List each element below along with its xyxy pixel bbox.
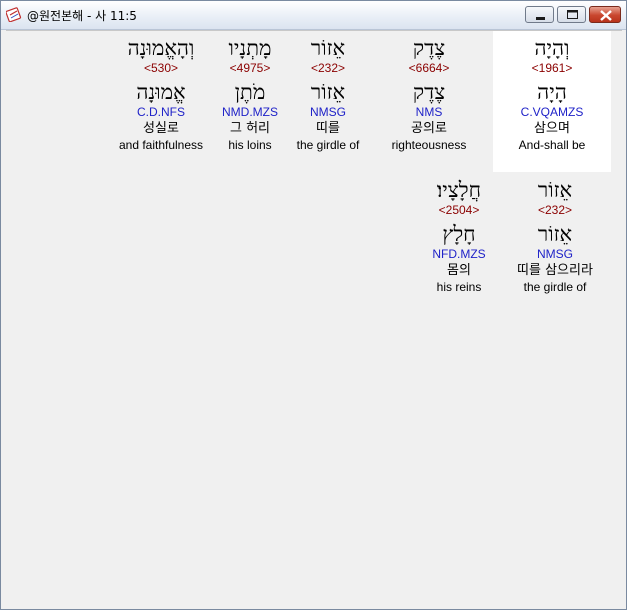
korean-gloss: 성실로 xyxy=(143,121,179,136)
word-cell[interactable]: חֲלָצָיו׃ <2504> חָלָץ NFD.MZS 몸의 his re… xyxy=(417,177,501,295)
korean-gloss: 삼으며 xyxy=(534,121,570,136)
hebrew-word: וְהָיָה xyxy=(534,36,570,60)
lemma-word: צֶדֶק xyxy=(412,80,446,104)
strong-number[interactable]: <1961> xyxy=(493,61,611,75)
parsing-code: C.D.NFS xyxy=(137,105,185,119)
hebrew-word: וְהָאֱמוּנָה xyxy=(127,36,195,60)
word-cell[interactable]: וְהָאֱמוּנָה <530> אֱמוּנָה C.D.NFS 성실로 … xyxy=(112,35,210,153)
hebrew-word: אֵזוֹר xyxy=(537,178,573,202)
korean-gloss: 그 허리 xyxy=(229,121,270,136)
lemma-word: אֵזוֹר xyxy=(537,222,573,246)
korean-gloss: 공의로 xyxy=(411,121,447,136)
strong-number[interactable]: <530> xyxy=(112,61,210,75)
english-gloss: his loins xyxy=(228,138,272,152)
korean-gloss: 띠를 삼으리라 xyxy=(517,263,593,278)
close-icon xyxy=(600,10,612,21)
maximize-button[interactable] xyxy=(557,6,586,23)
word-cell[interactable]: אֵזוֹר <232> אֵזוֹר NMSG 띠를 삼으리라 the gir… xyxy=(505,177,605,295)
english-gloss: righteousness xyxy=(391,138,467,152)
hebrew-word: מָתְנָיו xyxy=(228,36,272,60)
lemma-word: אֵזוֹר xyxy=(310,80,346,104)
english-gloss: the girdle of xyxy=(296,138,360,152)
app-window: @원전본해 - 사 11:5 וְהָיָה <1961> הָיָה C.VQ… xyxy=(0,0,627,610)
title-bar[interactable]: @원전본해 - 사 11:5 xyxy=(1,1,626,30)
strong-number[interactable]: <2504> xyxy=(417,203,501,217)
parsing-code: C.VQAMZS xyxy=(520,105,584,119)
parsing-code: NFD.MZS xyxy=(432,247,486,261)
strong-number[interactable]: <232> xyxy=(505,203,605,217)
bible-app-icon xyxy=(6,7,22,22)
parsing-code: NMSG xyxy=(310,105,346,119)
korean-gloss: 몸의 xyxy=(447,263,471,278)
hebrew-word: חֲלָצָיו׃ xyxy=(436,178,482,202)
word-cell[interactable]: מָתְנָיו <4975> מֹתֶן NMD.MZS 그 허리 his l… xyxy=(212,35,288,153)
window-title: @원전본해 - 사 11:5 xyxy=(27,9,137,23)
english-gloss: the girdle of xyxy=(523,280,587,294)
strong-number[interactable]: <6664> xyxy=(378,61,480,75)
lemma-word: אֱמוּנָה xyxy=(136,80,186,104)
word-cell[interactable]: וְהָיָה <1961> הָיָה C.VQAMZS 삼으며 And-sh… xyxy=(493,35,611,153)
interlinear-content: וְהָיָה <1961> הָיָה C.VQAMZS 삼으며 And-sh… xyxy=(6,30,622,606)
strong-number[interactable]: <232> xyxy=(288,61,368,75)
english-gloss: his reins xyxy=(436,280,482,294)
maximize-icon xyxy=(567,10,578,19)
english-gloss: and faithfulness xyxy=(118,138,204,152)
hebrew-word: אֵזוֹר xyxy=(310,36,346,60)
parsing-code: NMSG xyxy=(537,247,573,261)
parsing-code: NMS xyxy=(415,105,443,119)
minimize-button[interactable] xyxy=(525,6,554,23)
word-cell[interactable]: אֵזוֹר <232> אֵזוֹר NMSG 띠를 the girdle o… xyxy=(288,35,368,153)
strong-number[interactable]: <4975> xyxy=(212,61,288,75)
hebrew-word: צֶדֶק xyxy=(412,36,446,60)
word-cell[interactable]: צֶדֶק <6664> צֶדֶק NMS 공의로 righteousness xyxy=(378,35,480,153)
lemma-word: הָיָה xyxy=(537,80,567,104)
lemma-word: חָלָץ xyxy=(442,222,476,246)
parsing-code: NMD.MZS xyxy=(222,105,278,119)
minimize-icon xyxy=(536,17,545,20)
close-button[interactable] xyxy=(589,6,621,23)
lemma-word: מֹתֶן xyxy=(234,80,266,104)
korean-gloss: 띠를 xyxy=(316,121,340,136)
english-gloss: And-shall be xyxy=(518,138,586,152)
